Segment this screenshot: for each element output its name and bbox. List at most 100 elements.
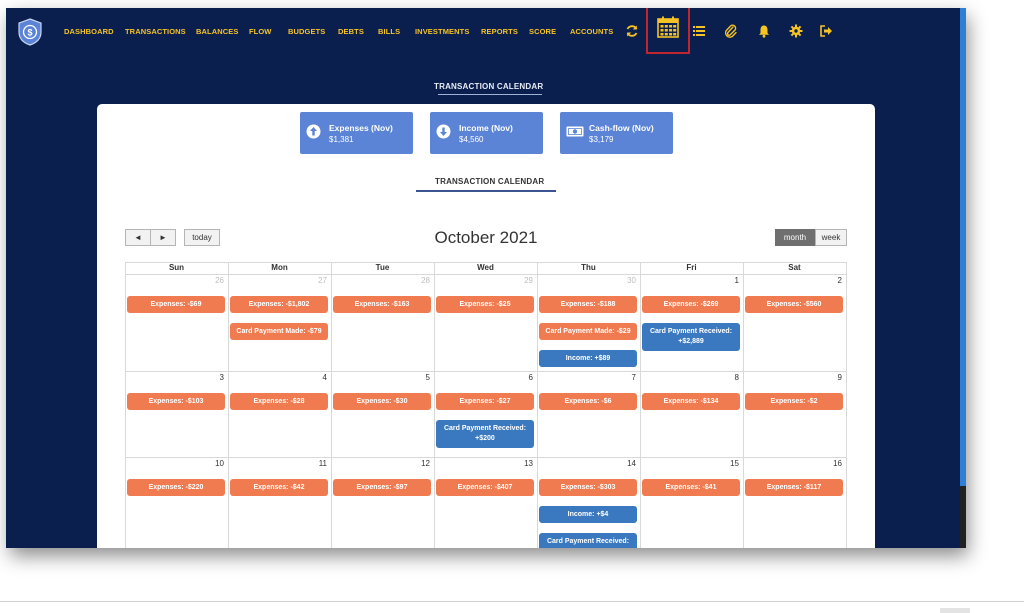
- income-event[interactable]: Card Payment Received: +$1,719: [539, 533, 637, 548]
- day-number[interactable]: 16: [822, 459, 842, 468]
- day-number[interactable]: 15: [719, 459, 739, 468]
- weekday-header-thu: Thu: [581, 263, 596, 272]
- expense-event[interactable]: Expenses: -$1,802: [230, 296, 328, 313]
- nav-bills[interactable]: BILLS: [378, 27, 400, 36]
- expense-event[interactable]: Expenses: -$28: [230, 393, 328, 410]
- expense-event[interactable]: Expenses: -$163: [333, 296, 431, 313]
- expense-event[interactable]: Expenses: -$303: [539, 479, 637, 496]
- prev-month-button[interactable]: ◄: [125, 229, 151, 246]
- section-title-underline: [416, 190, 556, 192]
- page-divider: [0, 601, 1024, 602]
- scroll-nub: [940, 608, 970, 613]
- sync-icon[interactable]: [625, 24, 639, 38]
- expense-event[interactable]: Expenses: -$560: [745, 296, 843, 313]
- stat-expenses[interactable]: Expenses (Nov) $1,381: [300, 112, 413, 154]
- stat-expenses-value: $1,381: [329, 135, 354, 144]
- expense-event[interactable]: Expenses: -$27: [436, 393, 534, 410]
- expense-event[interactable]: Expenses: -$41: [642, 479, 740, 496]
- grid-vline: [331, 262, 332, 548]
- expense-event[interactable]: Card Payment Made: -$79: [230, 323, 328, 340]
- calendar-nav-highlight[interactable]: [646, 8, 690, 54]
- nav-transactions[interactable]: TRANSACTIONS: [125, 27, 186, 36]
- calendar-month-title: October 2021: [434, 228, 538, 247]
- day-number[interactable]: 8: [719, 373, 739, 382]
- expense-event[interactable]: Card Payment Made: -$29: [539, 323, 637, 340]
- day-number[interactable]: 9: [822, 373, 842, 382]
- calendar-icon[interactable]: [657, 16, 679, 38]
- arrow-up-icon: [306, 124, 321, 139]
- day-number[interactable]: 6: [513, 373, 533, 382]
- nav-dashboard[interactable]: DASHBOARD: [64, 27, 114, 36]
- day-number[interactable]: 11: [307, 459, 327, 468]
- day-number[interactable]: 3: [204, 373, 224, 382]
- day-number[interactable]: 2: [822, 276, 842, 285]
- prev-arrow-icon: ◄: [134, 233, 142, 242]
- day-number[interactable]: 14: [616, 459, 636, 468]
- stat-income-label: Income (Nov): [459, 123, 513, 133]
- expense-event[interactable]: Expenses: -$117: [745, 479, 843, 496]
- expense-event[interactable]: Expenses: -$407: [436, 479, 534, 496]
- weekday-header-mon: Mon: [271, 263, 288, 272]
- expense-event[interactable]: Expenses: -$6: [539, 393, 637, 410]
- income-event[interactable]: Income: +$4: [539, 506, 637, 523]
- day-number[interactable]: 7: [616, 373, 636, 382]
- nav-budgets[interactable]: BUDGETS: [288, 27, 325, 36]
- nav-score[interactable]: SCORE: [529, 27, 556, 36]
- day-number[interactable]: 12: [410, 459, 430, 468]
- week-view-button[interactable]: week: [815, 229, 847, 246]
- nav-investments[interactable]: INVESTMENTS: [415, 27, 469, 36]
- grid-vline: [537, 262, 538, 548]
- today-button[interactable]: today: [184, 229, 220, 246]
- shield-logo-icon[interactable]: $: [18, 18, 42, 46]
- expense-event[interactable]: Expenses: -$103: [127, 393, 225, 410]
- expense-event[interactable]: Expenses: -$2: [745, 393, 843, 410]
- day-number[interactable]: 13: [513, 459, 533, 468]
- top-navigation: $ DASHBOARD TRANSACTIONS BALANCES FLOW B…: [6, 8, 964, 56]
- nav-flow[interactable]: FLOW: [249, 27, 271, 36]
- grid-hline: [125, 371, 846, 372]
- expense-event[interactable]: Expenses: -$69: [127, 296, 225, 313]
- gear-icon[interactable]: [789, 24, 803, 38]
- day-number[interactable]: 30: [616, 276, 636, 285]
- grid-vline: [125, 262, 126, 548]
- expense-event[interactable]: Expenses: -$42: [230, 479, 328, 496]
- day-number[interactable]: 5: [410, 373, 430, 382]
- app-window: $ DASHBOARD TRANSACTIONS BALANCES FLOW B…: [6, 8, 964, 548]
- income-event[interactable]: Income: +$89: [539, 350, 637, 367]
- grid-hline: [125, 274, 846, 275]
- weekday-header-fri: Fri: [686, 263, 697, 272]
- next-month-button[interactable]: ►: [150, 229, 176, 246]
- expense-event[interactable]: Expenses: -$188: [539, 296, 637, 313]
- list-icon[interactable]: [692, 24, 706, 38]
- expense-event[interactable]: Expenses: -$97: [333, 479, 431, 496]
- day-number[interactable]: 1: [719, 276, 739, 285]
- income-event[interactable]: Card Payment Received: +$2,889: [642, 323, 740, 351]
- nav-debts[interactable]: DEBTS: [338, 27, 364, 36]
- stat-cash-flow[interactable]: Cash-flow (Nov) $3,179: [560, 112, 673, 154]
- paperclip-icon[interactable]: [724, 24, 738, 38]
- day-number[interactable]: 10: [204, 459, 224, 468]
- nav-accounts[interactable]: ACCOUNTS: [570, 27, 613, 36]
- next-arrow-icon: ►: [159, 233, 167, 242]
- weekday-header-sun: Sun: [168, 263, 185, 272]
- day-number[interactable]: 26: [204, 276, 224, 285]
- expense-event[interactable]: Expenses: -$134: [642, 393, 740, 410]
- section-title: TRANSACTION CALENDAR: [435, 177, 545, 186]
- day-number[interactable]: 27: [307, 276, 327, 285]
- expense-event[interactable]: Expenses: -$269: [642, 296, 740, 313]
- logout-icon[interactable]: [819, 24, 833, 38]
- page-title: TRANSACTION CALENDAR: [434, 82, 544, 91]
- expense-event[interactable]: Expenses: -$30: [333, 393, 431, 410]
- expense-event[interactable]: Expenses: -$25: [436, 296, 534, 313]
- stat-income[interactable]: Income (Nov) $4,560: [430, 112, 543, 154]
- nav-balances[interactable]: BALANCES: [196, 27, 238, 36]
- bell-icon[interactable]: [757, 24, 771, 38]
- day-number[interactable]: 29: [513, 276, 533, 285]
- month-view-button[interactable]: month: [775, 229, 815, 246]
- nav-reports[interactable]: REPORTS: [481, 27, 518, 36]
- day-number[interactable]: 28: [410, 276, 430, 285]
- day-number[interactable]: 4: [307, 373, 327, 382]
- expense-event[interactable]: Expenses: -$220: [127, 479, 225, 496]
- income-event[interactable]: Card Payment Received: +$200: [436, 420, 534, 448]
- weekday-header-tue: Tue: [375, 263, 390, 272]
